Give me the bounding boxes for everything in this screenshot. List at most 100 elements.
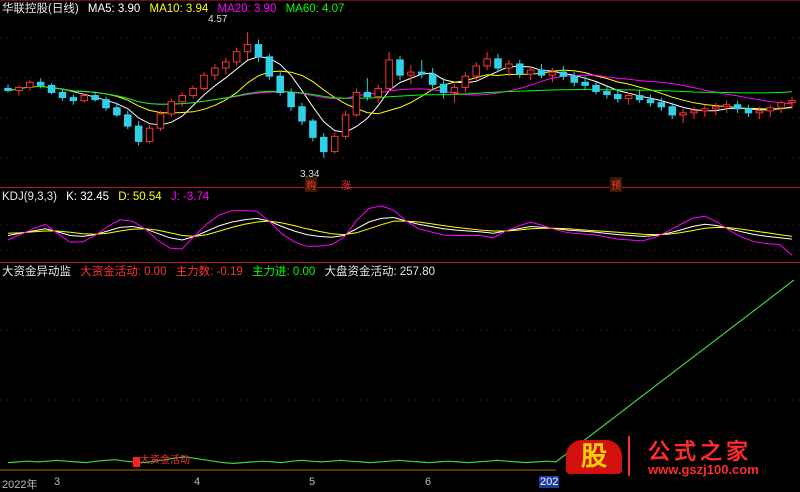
- candle-body: [58, 91, 67, 99]
- candle-body: [298, 106, 306, 122]
- kdj-title: KDJ(9,3,3): [2, 191, 57, 203]
- candle-body: [211, 67, 219, 76]
- kdj-d-line: [7, 220, 793, 237]
- candle-body: [374, 87, 382, 98]
- candle-body: [646, 99, 655, 104]
- candle-body: [603, 90, 611, 96]
- candle-body: [26, 81, 34, 88]
- main-number-value: 主力数: -0.19: [175, 266, 243, 278]
- fund-title: 大资金异动监: [2, 266, 71, 278]
- candle-body: [428, 73, 437, 85]
- x-axis: [0, 476, 800, 490]
- chart-canvas[interactable]: [0, 0, 800, 490]
- candle-body: [548, 71, 557, 76]
- ma60-value: MA60: 4.07: [285, 3, 345, 15]
- candle-body: [156, 113, 165, 129]
- candle-body: [396, 59, 404, 76]
- candle-body: [450, 86, 459, 93]
- signal-tag-buy: 购: [305, 177, 317, 192]
- candle-body: [36, 81, 45, 86]
- ma10-value: MA10: 3.94: [149, 3, 209, 15]
- candle-body: [113, 107, 121, 116]
- candle-body: [537, 69, 546, 76]
- candle-body: [418, 71, 426, 75]
- main-chart-header: 华联控股(日线) MA5: 3.90 MA10: 3.94 MA20: 3.90…: [2, 2, 350, 16]
- candle-body: [232, 51, 241, 63]
- candle-body: [243, 44, 252, 53]
- candle-body: [80, 95, 88, 102]
- candle-body: [265, 56, 274, 77]
- candle-body: [570, 75, 578, 83]
- candle-body: [309, 120, 317, 138]
- candle-body: [385, 59, 393, 89]
- candle-body: [69, 97, 78, 102]
- candle-body: [102, 99, 110, 109]
- x-tick-4: 4: [194, 476, 201, 488]
- candle-body: [559, 71, 568, 77]
- candle-body: [4, 87, 12, 91]
- candle-body: [91, 95, 99, 101]
- candle-body: [254, 44, 263, 58]
- candle-body: [407, 71, 415, 76]
- kdj-d-value: D: 50.54: [118, 191, 162, 203]
- signal-tag-pre: 预: [610, 177, 622, 192]
- x-tick-next-year: 202: [539, 476, 560, 488]
- candle-body: [200, 74, 208, 89]
- fund-header: 大资金异动监 大资金活动: 0.00 主力数: -0.19 主力进: 0.00 …: [2, 265, 441, 279]
- candle-body: [657, 102, 666, 108]
- kdj-header: KDJ(9,3,3) K: 32.45 D: 50.54 J: -3.74: [2, 190, 215, 204]
- candle-body: [701, 108, 709, 112]
- candle-body: [222, 61, 230, 69]
- candle-body: [788, 100, 796, 104]
- panel-separator-top: [0, 0, 800, 1]
- candle-body: [276, 75, 284, 93]
- candle-body: [461, 75, 470, 88]
- candle-body: [777, 102, 785, 109]
- candle-body: [592, 84, 600, 92]
- candle-body: [581, 81, 589, 86]
- candle-body: [733, 104, 742, 110]
- candle-body: [124, 114, 132, 127]
- candle-body: [516, 63, 524, 75]
- candle-body: [15, 86, 23, 91]
- candle-body: [494, 58, 502, 69]
- candle-body: [679, 112, 687, 116]
- candle-body: [472, 65, 480, 77]
- candle-body: [167, 101, 176, 115]
- candle-body: [505, 63, 513, 69]
- ma60-line: [7, 85, 793, 105]
- candle-body: [320, 136, 328, 153]
- candle-body: [755, 110, 764, 114]
- logo-icon: 股: [566, 440, 622, 474]
- fund-activity-label: 大资金活动: [140, 455, 190, 466]
- stock-title: 华联控股(日线): [2, 3, 79, 15]
- candle-body: [134, 125, 143, 142]
- kdj-k-value: K: 32.45: [66, 191, 110, 203]
- market-fund-value: 大盘资金活动: 257.80: [324, 266, 436, 278]
- candle-body: [635, 95, 644, 101]
- candle-body: [624, 95, 633, 100]
- candle-body: [668, 106, 676, 116]
- candle-body: [341, 114, 350, 137]
- candle-body: [352, 91, 361, 116]
- fund-activity-marker: [133, 457, 140, 467]
- logo-url: www.gszj100.com: [648, 462, 759, 477]
- x-tick-3: 3: [54, 476, 61, 488]
- candle-body: [145, 127, 154, 142]
- candle-body: [178, 95, 186, 103]
- main-in-value: 主力进: 0.00: [252, 266, 316, 278]
- x-tick-6: 6: [425, 476, 432, 488]
- candle-body: [483, 58, 491, 67]
- candle-body: [363, 91, 372, 98]
- high-price-label: 4.57: [208, 14, 228, 25]
- x-tick-5: 5: [309, 476, 316, 488]
- candle-body: [744, 108, 753, 114]
- candle-body: [526, 69, 535, 75]
- big-fund-value: 大资金活动: 0.00: [80, 266, 167, 278]
- candle-body: [690, 110, 698, 114]
- signal-tag-up: 涨: [341, 181, 351, 192]
- candle-body: [766, 107, 774, 112]
- panel-separator-fund: [0, 262, 800, 263]
- candle-body: [330, 135, 339, 153]
- candle-body: [189, 87, 197, 97]
